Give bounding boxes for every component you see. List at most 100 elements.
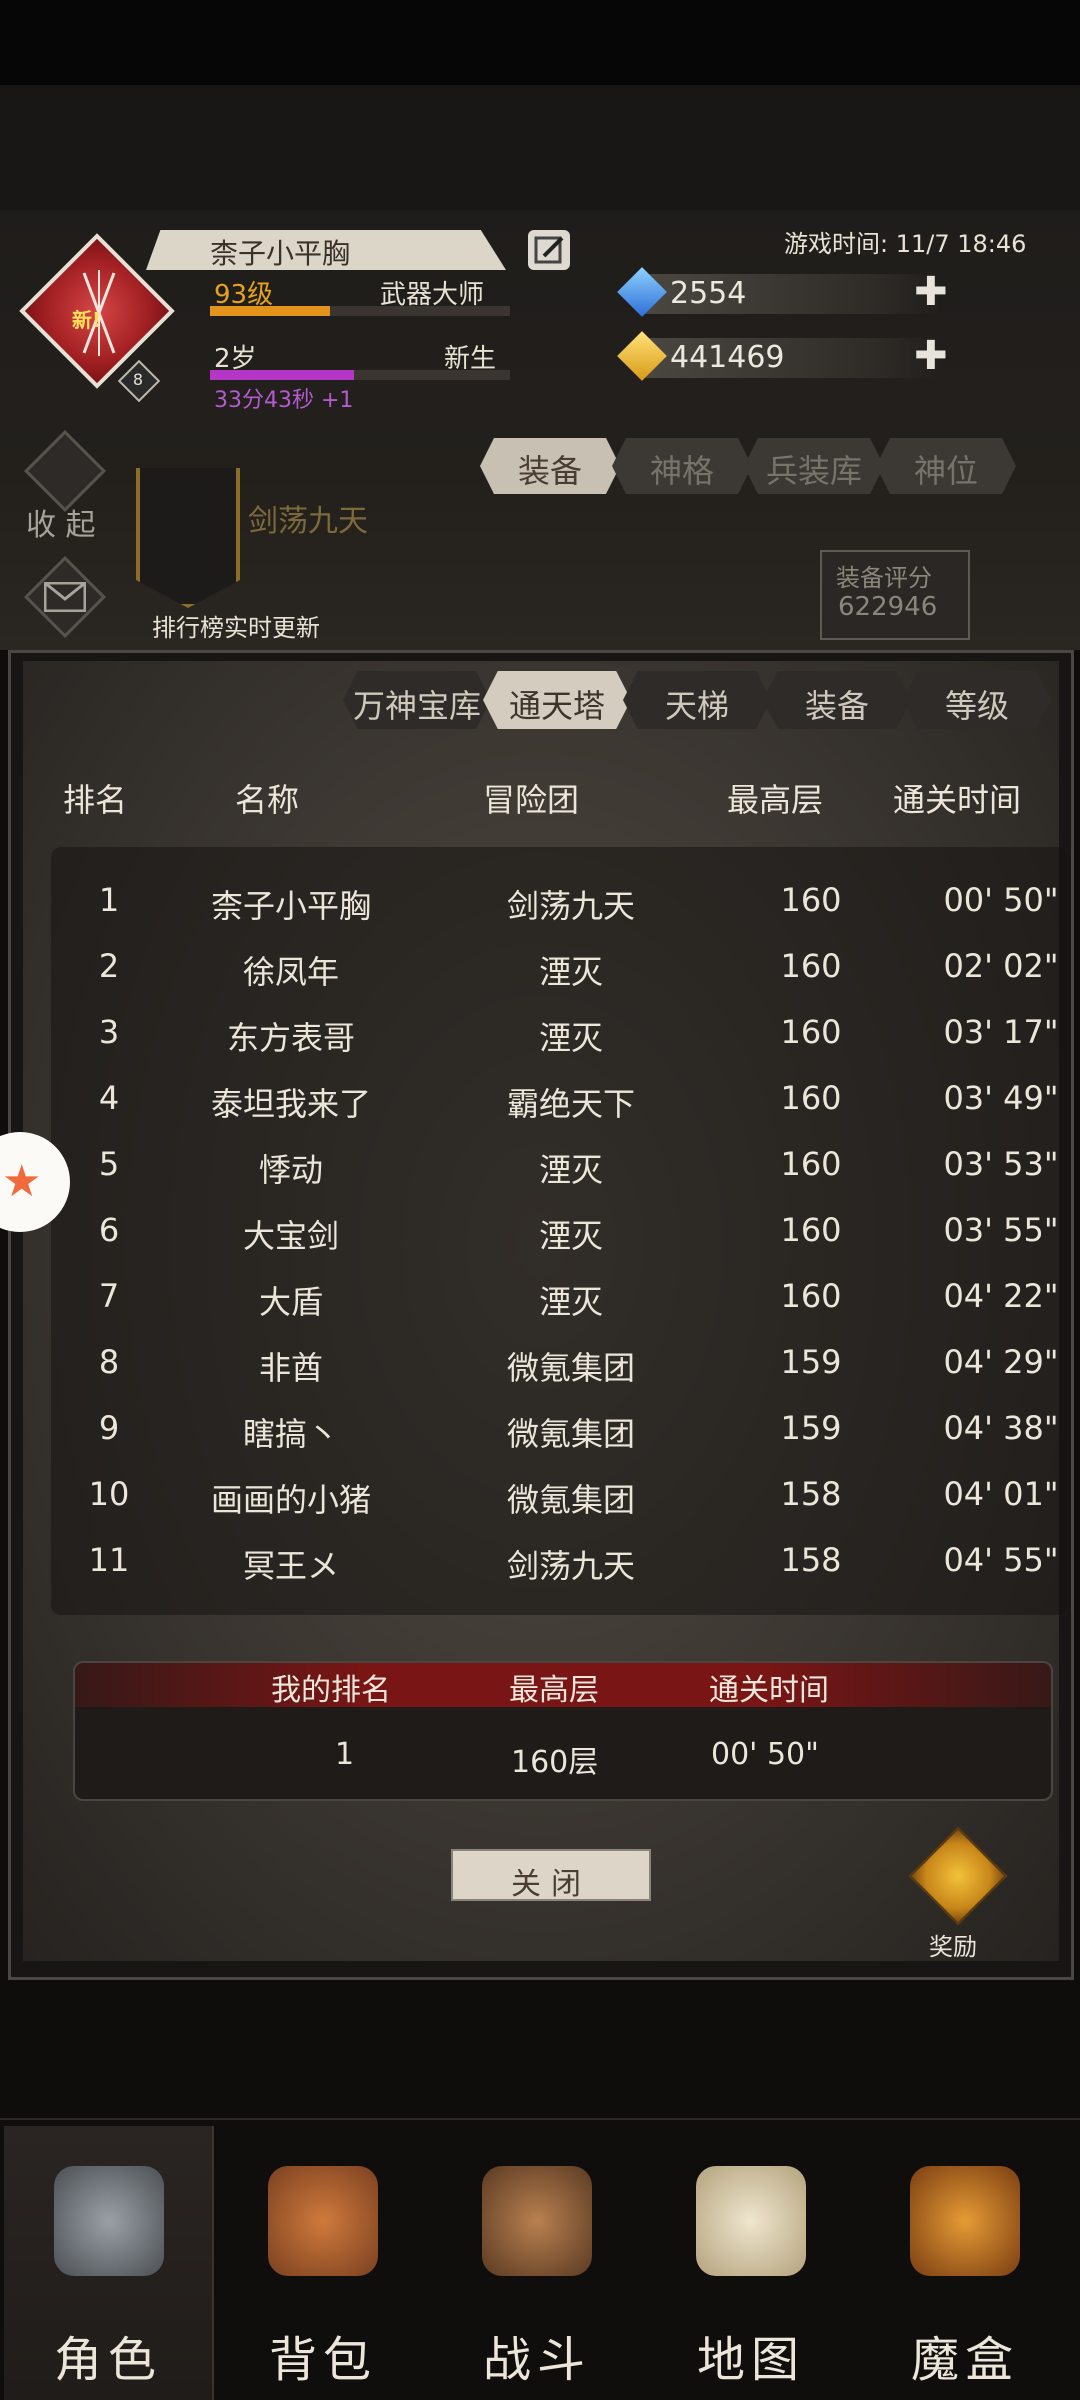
nav-character[interactable]: 角色 — [4, 2126, 214, 2400]
level-badge: 8 — [117, 359, 161, 403]
player-name: 柰子小平胸 — [210, 237, 351, 270]
badge-level-text: 8 — [132, 369, 144, 389]
floor-cell: 160 — [780, 947, 842, 985]
time-cell: 04' 01" — [943, 1475, 1059, 1513]
tab-label: 天梯 — [664, 687, 729, 725]
floor-cell: 160 — [780, 1079, 842, 1117]
treasure-chest-icon — [908, 1826, 1008, 1926]
table-row[interactable]: 11 冥王メ 剑荡九天 158 04' 55" — [51, 1527, 1067, 1593]
guild-cell: 湮灭 — [538, 1151, 603, 1189]
rank-live-notice: 排行榜实时更新 — [152, 614, 320, 642]
guild-cell: 湮灭 — [538, 1019, 603, 1057]
currency-value: 2554 — [670, 276, 747, 311]
game-time: 游戏时间: 11/7 18:46 — [784, 230, 1027, 258]
time-cell: 03' 53" — [943, 1145, 1059, 1183]
floor-cell: 160 — [780, 1013, 842, 1051]
table-row[interactable]: 2 徐凤年 湮灭 160 02' 02" — [51, 933, 1067, 999]
tab-divinity[interactable]: 神格 — [612, 438, 752, 494]
scroll-map-icon — [696, 2166, 806, 2276]
floor-cell: 160 — [780, 1277, 842, 1315]
nav-backpack[interactable]: 背包 — [218, 2126, 428, 2400]
score-value: 622946 — [838, 592, 938, 622]
guild-cell: 微氪集团 — [506, 1415, 635, 1453]
tab-ladder[interactable]: 天梯 — [623, 671, 771, 729]
table-row[interactable]: 9 瞎搞丶 微氪集团 159 04' 38" — [51, 1395, 1067, 1461]
mail-button[interactable] — [14, 555, 110, 640]
my-rank-header: 我的排名 最高层 通关时间 — [75, 1663, 1051, 1708]
nav-map[interactable]: 地图 — [646, 2126, 856, 2400]
tab-label: 装备 — [804, 687, 869, 725]
tab-label: 神格 — [649, 452, 714, 490]
floor-cell: 158 — [780, 1541, 842, 1579]
name-cell: 泰坦我来了 — [210, 1085, 371, 1123]
score-label: 装备评分 — [836, 564, 932, 592]
tab-level-rank[interactable]: 等级 — [903, 671, 1051, 729]
collapse-button[interactable]: 收 起 — [14, 428, 110, 543]
name-cell: 大盾 — [258, 1283, 323, 1321]
name-cell: 徐凤年 — [242, 953, 339, 991]
age-timer: 33分43秒 +1 — [214, 388, 354, 413]
time-cell: 04' 38" — [943, 1409, 1059, 1447]
age-fill — [210, 370, 354, 380]
nav-magic-box[interactable]: 魔盒 — [860, 2126, 1070, 2400]
name-cell: 东方表哥 — [226, 1019, 355, 1057]
star-icon: ★ — [2, 1156, 42, 1207]
nav-label: 魔盒 — [910, 2332, 1019, 2388]
my-floor-label: 最高层 — [509, 1673, 599, 1708]
nav-battle[interactable]: 战斗 — [432, 2126, 642, 2400]
tab-label: 通天塔 — [508, 687, 605, 725]
tab-label: 等级 — [944, 687, 1009, 725]
table-row[interactable]: 6 大宝剑 湮灭 160 03' 55" — [51, 1197, 1067, 1263]
reward-button[interactable]: 奖励 — [903, 1821, 1013, 1961]
tab-label: 装备 — [517, 452, 582, 490]
top-band — [0, 85, 1080, 210]
equipment-score: 装备评分 622946 — [820, 550, 970, 640]
table-row[interactable]: 4 泰坦我来了 霸绝天下 160 03' 49" — [51, 1065, 1067, 1131]
guild-cell: 剑荡九天 — [506, 887, 635, 925]
column-header-floor: 最高层 — [727, 781, 824, 819]
tab-equipment[interactable]: 装备 — [480, 438, 620, 494]
table-row[interactable]: 1 柰子小平胸 剑荡九天 160 00' 50" — [51, 867, 1067, 933]
tab-sky-tower[interactable]: 通天塔 — [483, 671, 631, 729]
table-row[interactable]: 3 东方表哥 湮灭 160 03' 17" — [51, 999, 1067, 1065]
table-row[interactable]: 5 悸动 湮灭 160 03' 53" — [51, 1131, 1067, 1197]
my-rank-value: 1 — [335, 1737, 355, 1772]
name-cell: 悸动 — [258, 1151, 323, 1189]
guild-banner — [136, 468, 240, 608]
tab-pantheon-vault[interactable]: 万神宝库 — [343, 671, 491, 729]
tab-armory[interactable]: 兵装库 — [744, 438, 884, 494]
floor-cell: 160 — [780, 1145, 842, 1183]
helmet-icon — [54, 2166, 164, 2276]
character-header: 新! 8 柰子小平胸 93级 武器大师 2岁 新生 33分43秒 +1 游戏时间… — [0, 210, 1080, 650]
main-tabs: 装备 神格 兵装库 神位 — [480, 438, 1040, 496]
tab-god-seat[interactable]: 神位 — [876, 438, 1016, 494]
name-cell: 柰子小平胸 — [210, 887, 371, 925]
nav-label: 角色 — [53, 2332, 162, 2388]
time-cell: 02' 02" — [943, 947, 1059, 985]
close-label: 关闭 — [511, 1867, 591, 1902]
name-cell: 非酋 — [258, 1349, 323, 1387]
close-button[interactable]: 关闭 — [451, 1849, 651, 1902]
plus-icon[interactable]: ✚ — [914, 272, 948, 312]
guild-cell: 霸绝天下 — [506, 1085, 635, 1123]
rank-cell: 7 — [98, 1277, 120, 1315]
table-row[interactable]: 8 非酋 微氪集团 159 04' 29" — [51, 1329, 1067, 1395]
my-floor-value: 160层 — [511, 1745, 599, 1780]
tab-equipment-rank[interactable]: 装备 — [763, 671, 911, 729]
collapse-label: 收 起 — [26, 508, 96, 543]
reward-label: 奖励 — [929, 1933, 977, 1961]
my-rank-panel: 我的排名 最高层 通关时间 1 160层 00' 50" — [73, 1661, 1053, 1801]
guild-name: 剑荡九天 — [248, 504, 368, 539]
edit-icon[interactable] — [528, 230, 570, 270]
name-cell: 冥王メ — [242, 1547, 339, 1585]
bottom-nav: 角色 背包 战斗 地图 魔盒 — [0, 2118, 1080, 2400]
table-row[interactable]: 7 大盾 湮灭 160 04' 22" — [51, 1263, 1067, 1329]
ranking-tabs: 万神宝库 通天塔 天梯 装备 等级 — [343, 671, 1063, 731]
my-time-value: 00' 50" — [711, 1737, 819, 1772]
my-rank-label: 我的排名 — [271, 1673, 391, 1708]
column-header-name: 名称 — [235, 781, 300, 819]
rank-cell: 10 — [88, 1475, 130, 1513]
table-row[interactable]: 10 画画的小猪 微氪集团 158 04' 01" — [51, 1461, 1067, 1527]
plus-icon[interactable]: ✚ — [914, 336, 948, 376]
time-cell: 04' 55" — [943, 1541, 1059, 1579]
